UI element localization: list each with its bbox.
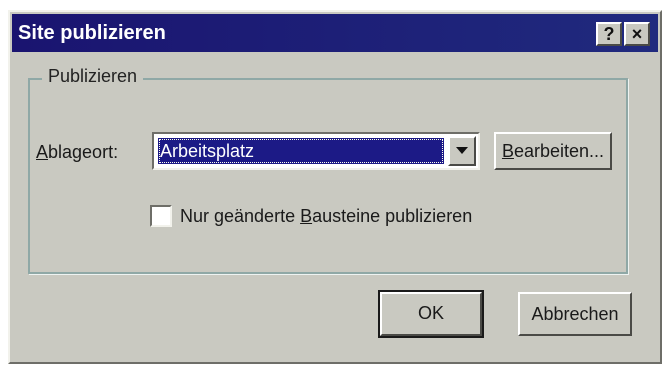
checkbox-label-after: austeine publizieren [312, 206, 473, 226]
edit-button-text: earbeiten... [513, 141, 605, 161]
checkbox-label-accelerator: B [300, 206, 313, 226]
edit-button-accelerator: B [501, 141, 514, 161]
ok-button[interactable]: OK [378, 290, 484, 338]
question-mark-icon: ? [603, 24, 615, 44]
dialog-title: Site publizieren [18, 22, 166, 44]
publish-changed-checkbox[interactable] [150, 205, 172, 227]
publish-groupbox [28, 78, 628, 274]
checkbox-label-before: Nur geänderte [180, 206, 301, 226]
help-button[interactable]: ? [596, 22, 622, 46]
publish-changed-label[interactable]: Nur geänderte Bausteine publizieren [180, 204, 472, 228]
chevron-down-icon [456, 147, 468, 154]
location-dropdown[interactable]: Arbeitsplatz [152, 132, 480, 170]
close-icon: × [631, 24, 643, 44]
title-bar[interactable]: Site publizieren ? × [12, 14, 658, 52]
edit-location-button[interactable]: Bearbeiten... [494, 132, 612, 170]
group-legend: Publizieren [42, 64, 144, 88]
location-label-text: blageort: [48, 142, 119, 162]
location-label: Ablageort: [36, 140, 118, 164]
dropdown-arrow-button[interactable] [448, 136, 476, 166]
location-dropdown-value: Arbeitsplatz [158, 138, 444, 164]
cancel-button[interactable]: Abbrechen [518, 292, 632, 336]
close-button[interactable]: × [624, 22, 650, 46]
location-label-accelerator: A [36, 142, 49, 162]
